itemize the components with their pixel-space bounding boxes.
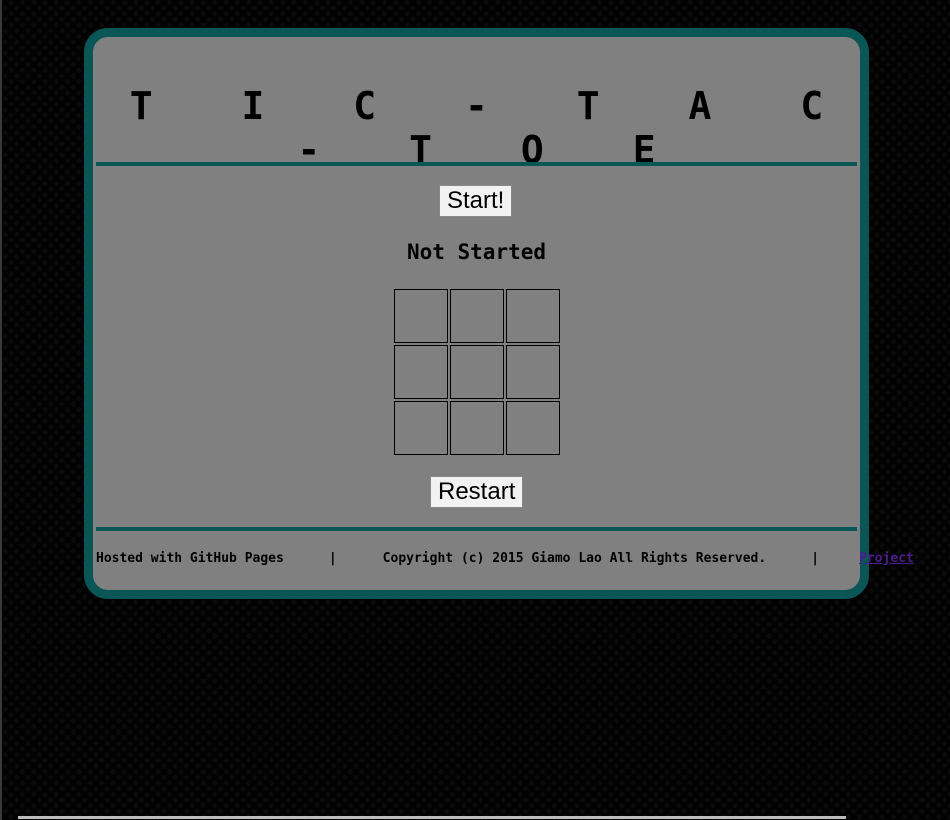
page-title: T I C - T A C - T O E	[129, 84, 857, 172]
board-cell-2[interactable]	[450, 289, 504, 343]
project-link[interactable]: Project	[859, 551, 914, 566]
board-cell-1[interactable]	[394, 289, 448, 343]
game-panel: T I C - T A C - T O E Start! Not Started…	[84, 28, 914, 599]
board-cell-3[interactable]	[506, 289, 560, 343]
header-divider	[96, 162, 857, 166]
game-status: Not Started	[406, 240, 547, 264]
board-cell-7[interactable]	[394, 401, 448, 455]
board-cell-6[interactable]	[506, 345, 560, 399]
horizontal-scrollbar[interactable]	[18, 816, 846, 819]
board-cell-9[interactable]	[506, 401, 560, 455]
start-button[interactable]: Start!	[439, 185, 513, 217]
footer-separator: |	[328, 551, 337, 566]
board-cell-8[interactable]	[450, 401, 504, 455]
footer-copyright-text: Copyright (c) 2015 Giamo Lao All Rights …	[382, 551, 767, 566]
footer-hosted-text: Hosted with GitHub Pages	[96, 551, 284, 566]
restart-button[interactable]: Restart	[430, 476, 524, 508]
footer-separator: |	[811, 551, 820, 566]
footer: Hosted with GitHub Pages | Copyright (c) 2…	[96, 551, 914, 566]
board-cell-4[interactable]	[394, 345, 448, 399]
game-board	[394, 289, 562, 457]
board-cell-5[interactable]	[450, 345, 504, 399]
page-left-edge	[0, 0, 2, 820]
footer-divider	[96, 527, 857, 531]
